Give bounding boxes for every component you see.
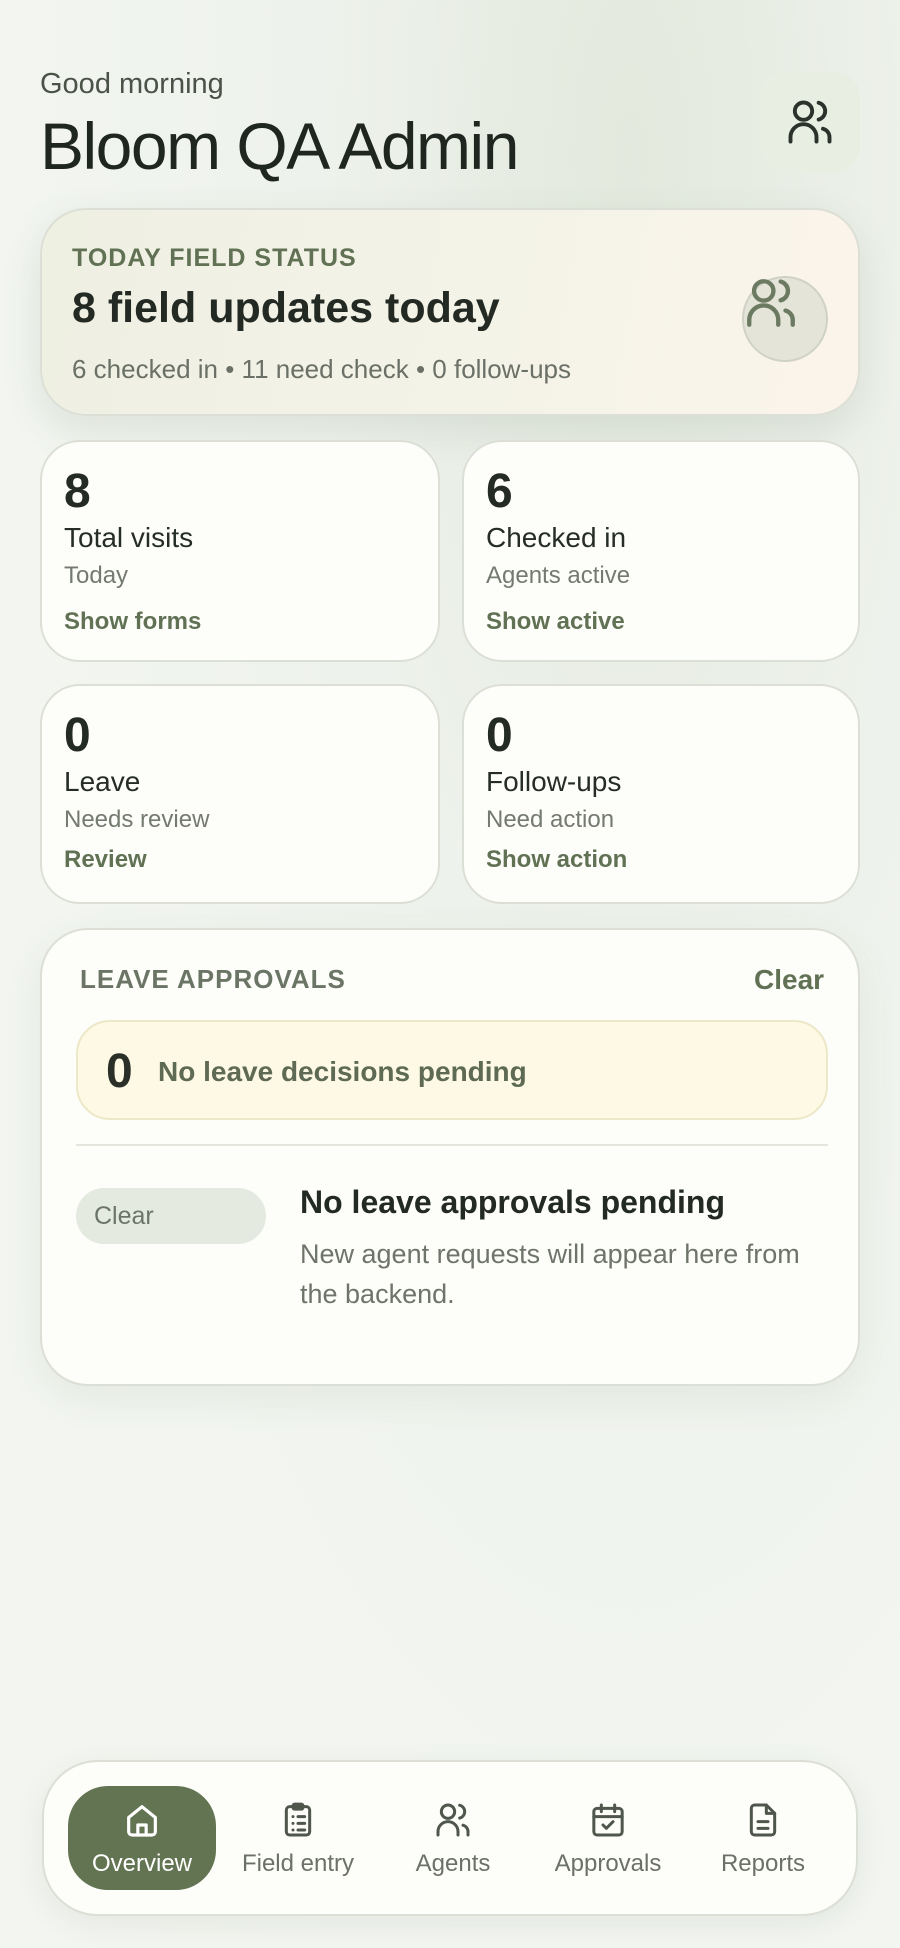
nav-label: Field entry — [241, 1850, 355, 1877]
leave-eyebrow: LEAVE APPROVALS — [80, 964, 346, 994]
clipboard-icon — [284, 1802, 312, 1837]
show-action-link[interactable]: Show action — [486, 846, 627, 874]
show-forms-link[interactable]: Show forms — [64, 608, 201, 636]
pending-text: No leave decisions pending — [158, 1056, 527, 1087]
nav-label: Agents — [415, 1850, 491, 1877]
pending-summary: 0 No leave decisions pending — [76, 1020, 828, 1120]
status-eyebrow: TODAY FIELD STATUS — [72, 244, 357, 272]
stat-card-leave[interactable]: 0 Leave Needs review Review — [40, 684, 440, 904]
bottom-nav: Overview Field entry Agents Approvals Re… — [42, 1760, 858, 1916]
greeting: Good morning — [40, 68, 224, 100]
nav-label: Overview — [91, 1850, 193, 1877]
nav-label: Approvals — [554, 1850, 662, 1877]
leave-clear-button[interactable]: Clear — [754, 964, 824, 996]
show-active-link[interactable]: Show active — [486, 608, 625, 636]
nav-label: Reports — [720, 1850, 806, 1877]
stat-card-follow-ups[interactable]: 0 Follow-ups Need action Show action — [462, 684, 860, 904]
nav-item-reports[interactable]: Reports — [689, 1786, 837, 1890]
status-avatar — [742, 276, 828, 362]
status-headline: 8 field updates today — [72, 284, 500, 332]
stat-value: 6 — [486, 465, 513, 518]
clear-chip[interactable]: Clear — [76, 1188, 266, 1244]
empty-state-title: No leave approvals pending — [300, 1184, 725, 1220]
empty-state-description: New agent requests will appear here from… — [300, 1239, 800, 1309]
profile-button[interactable] — [760, 72, 860, 172]
calendar-check-icon — [592, 1803, 624, 1837]
nav-item-agents[interactable]: Agents — [379, 1786, 527, 1890]
page-title: Bloom QA Admin — [40, 109, 519, 183]
divider — [76, 1144, 828, 1146]
stat-sub: Agents active — [486, 562, 631, 589]
stat-label: Follow-ups — [486, 766, 622, 797]
stat-card-total-visits[interactable]: 8 Total visits Today Show forms — [40, 440, 440, 662]
users-icon — [747, 279, 795, 327]
stat-sub: Need action — [486, 806, 615, 833]
nav-item-field-entry[interactable]: Field entry — [224, 1786, 372, 1890]
stat-sub: Needs review — [64, 806, 210, 833]
stat-value: 0 — [486, 709, 513, 762]
stat-value: 8 — [64, 465, 91, 518]
document-icon — [749, 1803, 777, 1837]
stat-label: Leave — [64, 766, 141, 797]
leave-approvals-card: LEAVE APPROVALS Clear 0 No leave decisio… — [40, 928, 860, 1386]
field-status-card[interactable]: TODAY FIELD STATUS 8 field updates today… — [40, 208, 860, 416]
pending-count: 0 — [106, 1045, 133, 1098]
stat-label: Total visits — [64, 522, 194, 553]
stat-label: Checked in — [486, 522, 627, 553]
nav-item-approvals[interactable]: Approvals — [534, 1786, 682, 1890]
review-link[interactable]: Review — [64, 846, 147, 874]
status-summary: 6 checked in • 11 need check • 0 follow-… — [72, 354, 572, 384]
home-icon — [127, 1805, 157, 1837]
nav-item-overview[interactable]: Overview — [68, 1786, 216, 1890]
stat-sub: Today — [64, 562, 129, 589]
stat-value: 0 — [64, 709, 91, 762]
stat-card-checked-in[interactable]: 6 Checked in Agents active Show active — [462, 440, 860, 662]
users-icon — [788, 100, 832, 144]
users-icon — [436, 1803, 470, 1837]
